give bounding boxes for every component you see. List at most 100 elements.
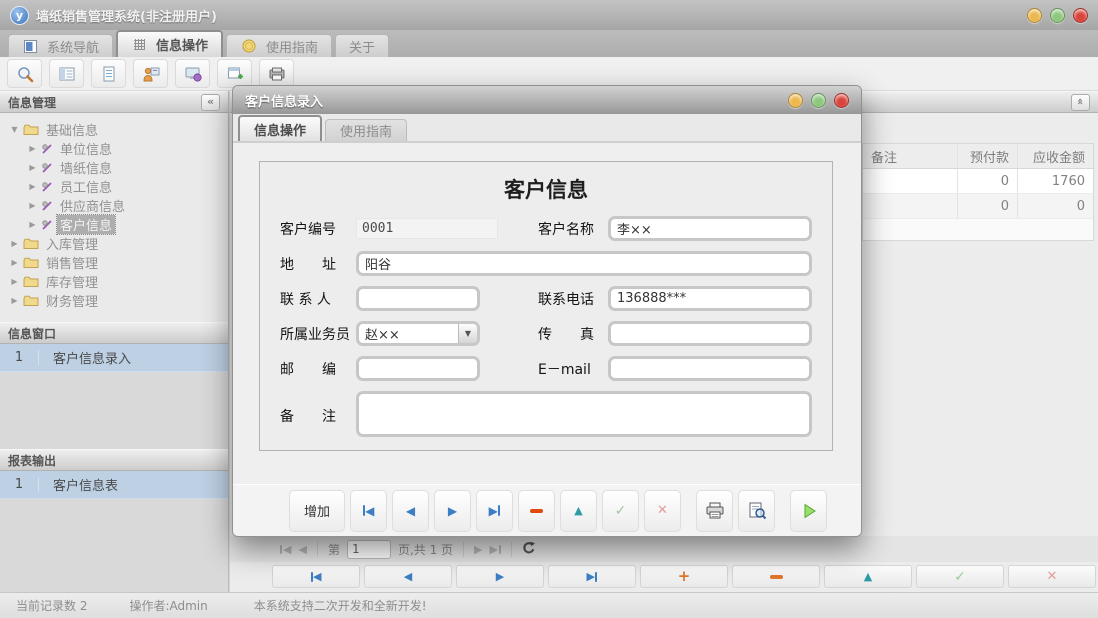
help-coin-icon	[242, 39, 256, 53]
cancel-button[interactable]: ✕	[644, 490, 681, 532]
refresh-icon[interactable]	[522, 541, 536, 558]
page-suffix-label: 页,共 1 页	[398, 541, 453, 558]
phone-input[interactable]	[608, 286, 812, 311]
tree-item-customer-info[interactable]: ▶ 客户信息	[0, 215, 228, 234]
edit-record-button[interactable]: ▲	[824, 565, 912, 588]
tab-user-guide[interactable]: 使用指南	[226, 34, 332, 57]
play-icon	[801, 503, 817, 519]
table-row[interactable]: 0 1760	[863, 169, 1093, 194]
delete-record-button[interactable]	[732, 565, 820, 588]
dialog-tab-user-guide[interactable]: 使用指南	[325, 119, 407, 141]
column-header-receivable[interactable]: 应收金额	[1017, 144, 1093, 168]
chevron-right-icon[interactable]: ▶	[26, 182, 39, 191]
grid-header-row: 备注 预付款 应收金额	[863, 144, 1093, 169]
folder-icon	[23, 238, 39, 250]
chevron-down-icon[interactable]: ▼	[458, 324, 477, 343]
chevron-right-icon[interactable]: ▶	[26, 144, 39, 153]
tree-item-basic-info[interactable]: ▼ 基础信息	[0, 120, 228, 139]
tree-item-inventory-mgmt[interactable]: ▶ 库存管理	[0, 272, 228, 291]
tree-item-supplier-info[interactable]: ▶ 供应商信息	[0, 196, 228, 215]
salesperson-value: 赵××	[359, 324, 458, 343]
employee-report-button[interactable]	[133, 59, 168, 88]
dialog-minimize-button[interactable]	[788, 93, 803, 108]
tree-item-inbound-mgmt[interactable]: ▶ 入库管理	[0, 234, 228, 253]
window-title: 墙纸销售管理系统(非注册用户)	[36, 6, 217, 25]
zip-input[interactable]	[356, 356, 480, 381]
next-record-button[interactable]: ▶	[456, 565, 544, 588]
next-record-button[interactable]: ▶	[434, 490, 471, 532]
customer-name-input[interactable]	[608, 216, 812, 241]
divider	[463, 542, 464, 557]
tree-item-unit-info[interactable]: ▶ 单位信息	[0, 139, 228, 158]
dialog-close-button[interactable]	[834, 93, 849, 108]
email-input[interactable]	[608, 356, 812, 381]
tab-system-nav[interactable]: 系统导航	[8, 34, 113, 57]
chevron-right-icon[interactable]: ▶	[26, 163, 39, 172]
chevron-right-icon[interactable]: ▶	[8, 277, 21, 286]
print-preview-button[interactable]	[738, 490, 775, 532]
chevron-right-icon[interactable]: ▶	[8, 258, 21, 267]
address-input[interactable]	[356, 251, 812, 276]
print-button[interactable]	[696, 490, 733, 532]
minimize-button[interactable]	[1027, 8, 1042, 23]
run-button[interactable]	[790, 490, 827, 532]
list-item[interactable]: 1 客户信息表	[0, 471, 228, 499]
export-print-button[interactable]	[259, 59, 294, 88]
salesperson-dropdown[interactable]: 赵×× ▼	[356, 321, 480, 346]
edit-record-button[interactable]: ▲	[560, 490, 597, 532]
prev-record-button[interactable]: ◀	[392, 490, 429, 532]
cancel-button[interactable]: ✕	[1008, 565, 1096, 588]
add-record-button[interactable]: +	[640, 565, 728, 588]
navigation-tree: ▼ 基础信息 ▶ 单位信息 ▶ 墙纸信息 ▶ 员工信息 ▶	[0, 113, 228, 322]
tab-about[interactable]: 关于	[335, 34, 389, 57]
fax-input[interactable]	[608, 321, 812, 346]
contact-input[interactable]	[356, 286, 480, 311]
chevron-right-icon[interactable]: ▶	[26, 201, 39, 210]
table-row[interactable]: 0 0	[863, 194, 1093, 219]
customer-no-field[interactable]	[356, 218, 498, 239]
monitor-globe-button[interactable]	[175, 59, 210, 88]
sidebar-collapse-button[interactable]: «	[201, 94, 220, 111]
first-record-button[interactable]: ◀	[350, 490, 387, 532]
chevron-down-icon[interactable]: ▼	[8, 125, 21, 134]
column-header-remark[interactable]: 备注	[863, 144, 957, 168]
tree-item-wallpaper-info[interactable]: ▶ 墙纸信息	[0, 158, 228, 177]
list-view-button[interactable]	[49, 59, 84, 88]
operator-label: 操作者:Admin	[129, 597, 207, 614]
tree-item-sales-mgmt[interactable]: ▶ 销售管理	[0, 253, 228, 272]
chevron-right-icon[interactable]: ▶	[26, 220, 39, 229]
tab-info-operation[interactable]: 信息操作	[116, 30, 223, 57]
x-icon: ✕	[1047, 569, 1058, 584]
sidebar-panel-header: 信息管理 «	[0, 91, 228, 113]
chevron-right-icon[interactable]: ▶	[8, 296, 21, 305]
window-new-button[interactable]	[217, 59, 252, 88]
folder-icon	[23, 276, 39, 288]
confirm-button[interactable]: ✓	[916, 565, 1004, 588]
last-page-button[interactable]: ▶	[490, 544, 501, 555]
list-item[interactable]: 1 客户信息录入	[0, 344, 228, 372]
last-record-button[interactable]: ▶	[476, 490, 513, 532]
panel-collapse-up-button[interactable]: «	[1071, 94, 1090, 111]
prev-page-button[interactable]: ◀	[298, 544, 306, 555]
first-page-button[interactable]: ◀	[280, 544, 291, 555]
first-record-button[interactable]: ◀	[272, 565, 360, 588]
search-preview-button[interactable]	[7, 59, 42, 88]
next-page-button[interactable]: ▶	[474, 544, 482, 555]
close-button[interactable]	[1073, 8, 1088, 23]
maximize-button[interactable]	[1050, 8, 1065, 23]
add-button[interactable]: 增加	[289, 490, 345, 532]
delete-record-button[interactable]	[518, 490, 555, 532]
dialog-maximize-button[interactable]	[811, 93, 826, 108]
prev-record-button[interactable]: ◀	[364, 565, 452, 588]
document-button[interactable]	[91, 59, 126, 88]
dialog-tab-info-operation[interactable]: 信息操作	[238, 115, 322, 141]
tree-item-employee-info[interactable]: ▶ 员工信息	[0, 177, 228, 196]
remark-textarea[interactable]	[356, 391, 812, 437]
chevron-right-icon[interactable]: ▶	[8, 239, 21, 248]
confirm-button[interactable]: ✓	[602, 490, 639, 532]
last-record-button[interactable]: ▶	[548, 565, 636, 588]
tree-item-finance-mgmt[interactable]: ▶ 财务管理	[0, 291, 228, 310]
column-header-prepaid[interactable]: 预付款	[957, 144, 1017, 168]
page-number-input[interactable]	[347, 540, 391, 559]
printer-icon	[705, 502, 725, 520]
